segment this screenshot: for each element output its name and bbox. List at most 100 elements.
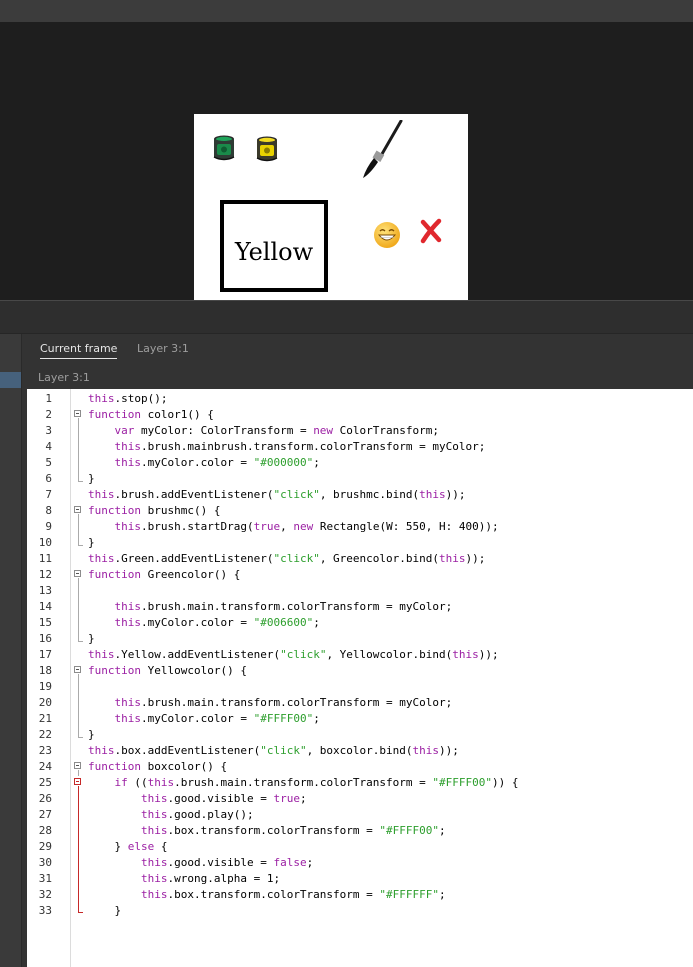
code-line[interactable]: function brushmc() { xyxy=(88,503,220,519)
keyword-token: this xyxy=(114,696,142,709)
string-token: "#000000" xyxy=(253,456,314,469)
fold-toggle-greencolor[interactable] xyxy=(74,570,81,577)
keyword-token: else xyxy=(127,840,155,853)
code-token: , Greencolor.bind( xyxy=(319,552,440,565)
code-line[interactable]: } xyxy=(88,903,121,919)
code-line[interactable]: function Greencolor() { xyxy=(88,567,240,583)
code-line[interactable]: this.myColor.color = "#006600"; xyxy=(88,615,320,631)
stage-canvas[interactable]: Yellow xyxy=(194,114,468,300)
keyword-token: this xyxy=(140,856,168,869)
line-number: 27 xyxy=(38,808,52,821)
code-line[interactable]: this.myColor.color = "#FFFF00"; xyxy=(88,711,320,727)
fold-guide xyxy=(78,578,79,641)
line-number: 4 xyxy=(45,440,52,453)
code-line[interactable]: this.Green.addEventListener("click", Gre… xyxy=(88,551,485,567)
line-number: 14 xyxy=(38,600,52,613)
code-line[interactable]: this.box.transform.colorTransform = "#FF… xyxy=(88,823,446,839)
code-token: .Yellow.addEventListener( xyxy=(114,648,281,661)
string-token: "click" xyxy=(273,552,320,565)
tab-current-frame[interactable]: Current frame xyxy=(40,342,118,359)
stage-area: Yellow xyxy=(0,22,693,300)
code-line[interactable]: this.box.addEventListener("click", boxco… xyxy=(88,743,459,759)
yellow-paint-can-icon[interactable] xyxy=(255,135,279,163)
fold-toggle-brushmc[interactable] xyxy=(74,506,81,513)
code-line[interactable]: this.stop(); xyxy=(88,391,167,407)
fold-toggle-boxcolor[interactable] xyxy=(74,762,81,769)
fold-guide xyxy=(78,770,79,776)
code-token: color1() { xyxy=(140,408,214,421)
fold-toggle-if-block[interactable] xyxy=(74,778,81,785)
line-number: 29 xyxy=(38,840,52,853)
keyword-token: var xyxy=(114,424,135,437)
code-line[interactable]: } xyxy=(88,471,95,487)
code-line[interactable]: } xyxy=(88,535,95,551)
code-line[interactable]: } xyxy=(88,631,95,647)
code-token: .myColor.color = xyxy=(141,712,254,725)
fold-toggle-yellowcolor[interactable] xyxy=(74,666,81,673)
code-line[interactable]: this.good.visible = true; xyxy=(88,791,307,807)
code-line[interactable]: this.brush.main.transform.colorTransform… xyxy=(88,695,453,711)
fold-end xyxy=(78,545,83,546)
keyword-token: this xyxy=(419,488,446,501)
code-line[interactable]: if ((this.brush.main.transform.colorTran… xyxy=(88,775,519,791)
code-line[interactable]: this.good.play(); xyxy=(88,807,254,823)
panel-splitter[interactable] xyxy=(0,300,693,334)
green-paint-can-icon[interactable] xyxy=(212,134,236,162)
code-line[interactable]: function color1() { xyxy=(88,407,214,423)
keyword-token: function xyxy=(88,568,141,581)
box-label: Yellow xyxy=(234,238,314,266)
code-line[interactable]: var myColor: ColorTransform = new ColorT… xyxy=(88,423,440,439)
code-line[interactable]: this.Yellow.addEventListener("click", Ye… xyxy=(88,647,499,663)
code-line[interactable]: this.wrong.alpha = 1; xyxy=(88,871,280,887)
actions-sidebar xyxy=(0,334,21,967)
string-token: "#FFFF00" xyxy=(432,776,493,789)
code-token: myColor: ColorTransform = xyxy=(134,424,314,437)
code-editor[interactable]: 1 2 3 4 5 6 7 8 9 10 11 12 13 14 15 16 17 18 19 20 21 22 23 24 2… xyxy=(27,389,693,967)
code-line[interactable]: this.myColor.color = "#000000"; xyxy=(88,455,320,471)
string-token: "click" xyxy=(260,744,307,757)
tab-layer[interactable]: Layer 3:1 xyxy=(137,342,189,355)
code-line[interactable]: } xyxy=(88,727,95,743)
line-number: 16 xyxy=(38,632,52,645)
code-token: { xyxy=(154,840,168,853)
string-token: "#FFFFFF" xyxy=(379,888,440,901)
code-token: , boxcolor.bind( xyxy=(306,744,413,757)
fold-end-active xyxy=(78,912,83,913)
line-number: 23 xyxy=(38,744,52,757)
code-token: .brush.main.transform.colorTransform = m… xyxy=(141,696,453,709)
fold-toggle-color1[interactable] xyxy=(74,410,81,417)
actions-sidebar-selected-item[interactable] xyxy=(0,372,21,388)
grinning-face-icon xyxy=(374,222,400,248)
code-line[interactable]: this.brush.startDrag(true, new Rectangle… xyxy=(88,519,499,535)
code-line[interactable]: this.good.visible = false; xyxy=(88,855,313,871)
line-number: 22 xyxy=(38,728,52,741)
line-number: 12 xyxy=(38,568,52,581)
code-line[interactable]: function Yellowcolor() { xyxy=(88,663,247,679)
code-token: ; xyxy=(306,856,314,869)
code-line[interactable]: } else { xyxy=(88,839,168,855)
code-token: .box.transform.colorTransform = xyxy=(167,888,380,901)
keyword-token: this xyxy=(114,600,142,613)
code-line[interactable]: this.box.transform.colorTransform = "#FF… xyxy=(88,887,446,903)
line-number: 20 xyxy=(38,696,52,709)
code-token: } xyxy=(88,840,128,853)
code-line[interactable]: this.brush.main.transform.colorTransform… xyxy=(88,599,453,615)
code-line[interactable]: function boxcolor() { xyxy=(88,759,227,775)
code-token: } xyxy=(88,728,95,741)
target-box[interactable]: Yellow xyxy=(220,200,328,292)
paintbrush-icon[interactable] xyxy=(360,120,404,180)
code-token: .brush.mainbrush.transform.colorTransfor… xyxy=(141,440,486,453)
code-line[interactable]: this.brush.addEventListener("click", bru… xyxy=(88,487,466,503)
code-token: .myColor.color = xyxy=(141,616,254,629)
keyword-token: this xyxy=(452,648,479,661)
code-token: ; xyxy=(313,616,320,629)
keyword-token: this xyxy=(114,712,142,725)
code-token: , xyxy=(280,520,294,533)
code-line[interactable]: this.brush.mainbrush.transform.colorTran… xyxy=(88,439,486,455)
